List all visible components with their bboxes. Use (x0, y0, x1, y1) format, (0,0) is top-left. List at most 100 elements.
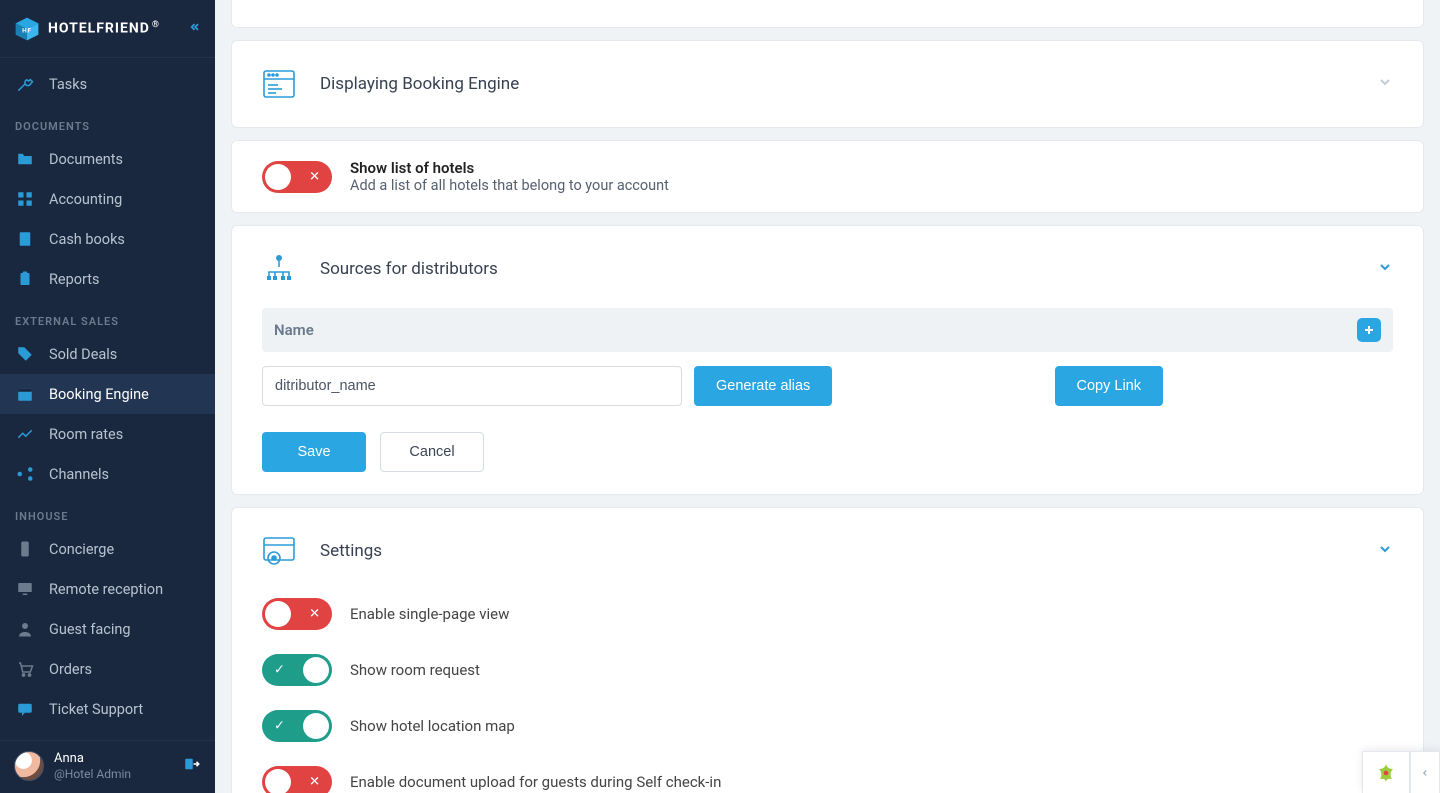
sidebar-item-ticket-support[interactable]: Ticket Support (0, 689, 215, 729)
browser-gear-icon (262, 534, 296, 568)
toggle-row-location-map: ✓ Show hotel location map (262, 698, 1393, 754)
nodes-icon (15, 464, 35, 484)
sidebar-item-room-rates[interactable]: Room rates (0, 414, 215, 454)
sidebar-item-remote-reception[interactable]: Remote reception (0, 569, 215, 609)
sidebar-item-sold-deals[interactable]: Sold Deals (0, 334, 215, 374)
logout-button[interactable] (183, 755, 201, 777)
nav-label: Room rates (49, 426, 123, 443)
panel-settings-header[interactable]: Settings (232, 508, 1423, 586)
nav-label: Sold Deals (49, 346, 117, 363)
check-icon: ✓ (274, 719, 285, 734)
nav-label: Orders (49, 661, 92, 678)
nav-label: Documents (49, 151, 123, 168)
nav-section-external-sales: EXTERNAL SALES (0, 299, 215, 334)
book-icon (15, 229, 35, 249)
sidebar-item-accounting[interactable]: Accounting (0, 179, 215, 219)
toggle-show-hotels[interactable]: ✕ (262, 161, 332, 193)
help-widget-button[interactable] (1362, 751, 1410, 793)
nav-label: Booking Engine (49, 386, 149, 403)
toggle-title: Show list of hotels (350, 159, 669, 177)
phone-icon (15, 539, 35, 559)
x-icon: ✕ (309, 169, 320, 184)
panel-displaying: Displaying Booking Engine (231, 40, 1424, 128)
toggle-doc-upload[interactable]: ✕ (262, 766, 332, 793)
desktop-icon (15, 579, 35, 599)
panel-title: Sources for distributors (320, 259, 1353, 279)
panel-distributors-body: Name Generate alias Copy Link Save Cance… (232, 308, 1423, 494)
sidebar-item-tasks[interactable]: Tasks (0, 64, 215, 104)
distributor-name-input[interactable] (262, 366, 682, 406)
toggle-label: Enable single-page view (350, 605, 509, 623)
grid-icon (15, 189, 35, 209)
toggle-text: Show list of hotels Add a list of all ho… (350, 159, 669, 194)
nav-label: Cash books (49, 231, 125, 248)
generate-alias-button[interactable]: Generate alias (694, 366, 832, 406)
toggle-location-map[interactable]: ✓ (262, 710, 332, 742)
panel-distributors: Sources for distributors Name Generate a… (231, 225, 1424, 495)
toggle-label: Enable document upload for guests during… (350, 773, 721, 791)
nav-label: Ticket Support (49, 701, 143, 718)
nav-label: Channels (49, 466, 109, 483)
toggle-label: Show room request (350, 661, 480, 679)
toggle-row-room-request: ✓ Show room request (262, 642, 1393, 698)
panel-top-sliver (231, 0, 1424, 28)
user-role: @Hotel Admin (54, 767, 173, 781)
chart-line-icon (15, 424, 35, 444)
sidebar-item-booking-engine[interactable]: Booking Engine (0, 374, 215, 414)
nav-section-inhouse: INHOUSE (0, 494, 215, 529)
nav-label: Concierge (49, 541, 114, 558)
folder-icon (15, 149, 35, 169)
brand-name: HOTELFRIEND (48, 21, 150, 37)
panel-displaying-header[interactable]: Displaying Booking Engine (232, 41, 1423, 127)
person-icon (15, 619, 35, 639)
svg-text:HF: HF (22, 26, 32, 34)
sidebar-item-orders[interactable]: Orders (0, 649, 215, 689)
copy-link-button[interactable]: Copy Link (1055, 366, 1163, 406)
nav-label: Guest facing (49, 621, 131, 638)
main-content[interactable]: Displaying Booking Engine ✕ Show list of… (215, 0, 1440, 793)
action-row: Save Cancel (262, 432, 1393, 472)
distributor-strip: Name (262, 308, 1393, 352)
widget-expand-button[interactable] (1410, 751, 1440, 793)
panel-show-hotels: ✕ Show list of hotels Add a list of all … (231, 140, 1424, 213)
sidebar-item-cashbooks[interactable]: Cash books (0, 219, 215, 259)
toggle-row-show-hotels: ✕ Show list of hotels Add a list of all … (232, 141, 1423, 212)
toggle-single-page[interactable]: ✕ (262, 598, 332, 630)
chevron-down-icon (1377, 541, 1393, 561)
cancel-button[interactable]: Cancel (380, 432, 484, 472)
chat-icon (15, 699, 35, 719)
brand-logo: HF HOTELFRIEND® (14, 16, 160, 42)
add-distributor-button[interactable] (1357, 318, 1381, 342)
sidebar-item-guest-facing[interactable]: Guest facing (0, 609, 215, 649)
panel-settings-body: ✕ Enable single-page view ✓ Show room re… (232, 586, 1423, 793)
hierarchy-icon (262, 252, 296, 286)
tag-icon (15, 344, 35, 364)
toggle-desc: Add a list of all hotels that belong to … (350, 177, 669, 194)
chevron-down-icon (1377, 259, 1393, 279)
sidebar-item-reports[interactable]: Reports (0, 259, 215, 299)
avatar[interactable] (14, 751, 44, 781)
sidebar-collapse-button[interactable] (187, 20, 201, 38)
panel-settings: Settings ✕ Enable single-page view ✓ Sho… (231, 507, 1424, 793)
check-icon: ✓ (274, 663, 285, 678)
x-icon: ✕ (309, 775, 320, 790)
chevron-down-icon (1377, 74, 1393, 94)
sidebar-scroll[interactable]: Tasks DOCUMENTS Documents Accounting Cas… (0, 58, 215, 740)
panel-title: Displaying Booking Engine (320, 74, 1353, 94)
sidebar-item-concierge[interactable]: Concierge (0, 529, 215, 569)
nav-section-documents: DOCUMENTS (0, 104, 215, 139)
sidebar: HF HOTELFRIEND® Tasks DOCUMENTS Document… (0, 0, 215, 793)
nav-label: Tasks (49, 76, 87, 93)
toggle-room-request[interactable]: ✓ (262, 654, 332, 686)
save-button[interactable]: Save (262, 432, 366, 472)
toggle-label: Show hotel location map (350, 717, 515, 735)
nav-label: Remote reception (49, 581, 163, 598)
sidebar-footer: Anna @Hotel Admin (0, 740, 215, 793)
nav-label: Accounting (49, 191, 122, 208)
clipboard-icon (15, 269, 35, 289)
cube-icon: HF (14, 16, 40, 42)
cart-icon (15, 659, 35, 679)
panel-distributors-header[interactable]: Sources for distributors (232, 226, 1423, 304)
sidebar-item-documents[interactable]: Documents (0, 139, 215, 179)
sidebar-item-channels[interactable]: Channels (0, 454, 215, 494)
